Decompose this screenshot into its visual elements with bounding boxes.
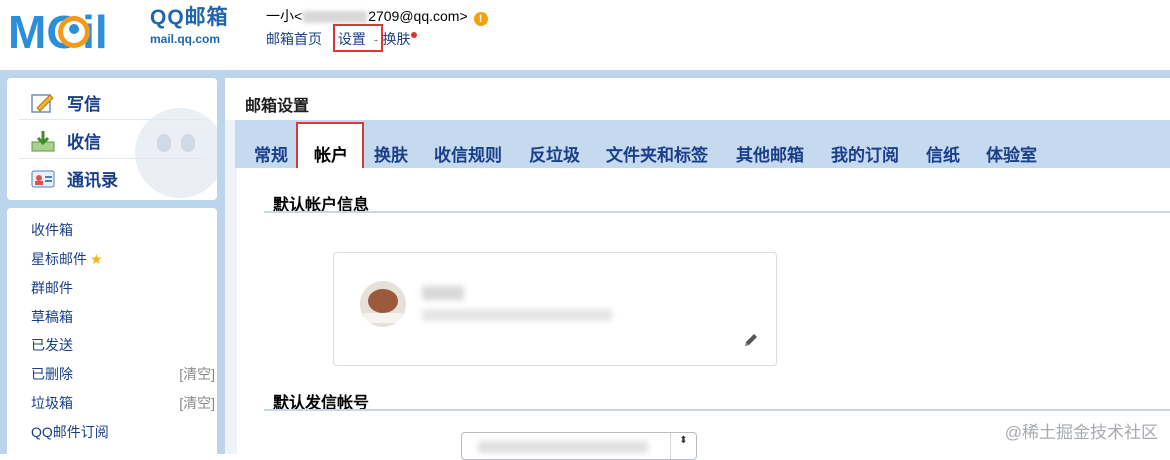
account-info: 一小< 2709@qq.com>! xyxy=(266,6,488,26)
folder-deleted[interactable]: 已删除 [清空] xyxy=(31,364,215,384)
tab-folders-labels[interactable]: 文件夹和标签 xyxy=(606,141,708,166)
folder-inbox[interactable]: 收件箱 xyxy=(31,220,215,240)
default-sender-select[interactable]: ⬍ xyxy=(461,432,697,460)
penguin-watermark-icon xyxy=(135,108,217,198)
tab-stationery[interactable]: 信纸 xyxy=(926,141,960,166)
account-card xyxy=(333,252,777,366)
account-tab-highlight-box xyxy=(296,122,364,170)
settings-title: 邮箱设置 xyxy=(245,98,310,115)
nav-skin[interactable]: 换肤 xyxy=(382,31,410,47)
folder-label: QQ邮件订阅 xyxy=(31,424,109,440)
compose-link[interactable]: 写信 xyxy=(31,90,101,115)
blurred-email xyxy=(422,309,612,321)
blurred-nickname xyxy=(422,286,464,300)
select-arrows-icon: ⬍ xyxy=(670,433,696,459)
nav-mail-home[interactable]: 邮箱首页 xyxy=(266,31,322,47)
folder-spam[interactable]: 垃圾箱 [清空] xyxy=(31,393,215,413)
settings-header xyxy=(225,78,1170,120)
watermark: @稀土掘金技术社区 xyxy=(1004,423,1158,442)
tab-my-subscriptions[interactable]: 我的订阅 xyxy=(831,141,899,166)
folder-label: 已发送 xyxy=(31,337,73,353)
section-divider xyxy=(264,409,1170,411)
folder-group-mail[interactable]: 群邮件 xyxy=(31,278,215,298)
clear-spam-button[interactable]: [清空] xyxy=(179,393,215,413)
account-name: 一小< xyxy=(266,8,303,24)
compose-icon xyxy=(31,92,55,114)
clear-deleted-button[interactable]: [清空] xyxy=(179,364,215,384)
folder-label: 垃圾箱 xyxy=(31,395,73,411)
logo-text-block: QQ邮箱 mail.qq.com xyxy=(150,6,229,47)
warning-icon[interactable]: ! xyxy=(473,12,488,26)
divider xyxy=(19,119,205,120)
notification-dot-icon xyxy=(411,32,418,38)
settings-highlight-box xyxy=(333,24,383,52)
folder-subscriptions[interactable]: QQ邮件订阅 xyxy=(31,422,215,442)
edit-pencil-icon[interactable] xyxy=(742,331,760,349)
avatar[interactable] xyxy=(360,281,406,327)
tab-lab[interactable]: 体验室 xyxy=(986,141,1037,166)
contacts-link[interactable]: 通讯录 xyxy=(31,166,118,191)
contacts-label: 通讯录 xyxy=(67,171,118,190)
folder-label: 已删除 xyxy=(31,366,73,382)
blurred-email-part xyxy=(303,11,368,24)
blurred-select-value xyxy=(478,441,648,453)
folder-drafts[interactable]: 草稿箱 xyxy=(31,307,215,327)
compose-label: 写信 xyxy=(67,95,101,114)
quick-actions-card: 写信 收信 通讯录 xyxy=(7,78,217,200)
logo-name: QQ邮箱 xyxy=(150,6,229,29)
folder-label: 群邮件 xyxy=(31,280,73,296)
inbox-label: 收信 xyxy=(67,133,101,152)
tab-other-mailboxes[interactable]: 其他邮箱 xyxy=(736,141,804,166)
folder-starred[interactable]: 星标邮件 ★ xyxy=(31,249,215,269)
folder-sent[interactable]: 已发送 xyxy=(31,335,215,355)
divider xyxy=(19,158,205,159)
tab-receive-rules[interactable]: 收信规则 xyxy=(434,141,502,166)
star-icon: ★ xyxy=(90,251,103,267)
tab-anti-spam[interactable]: 反垃圾 xyxy=(529,141,580,166)
inbox-link[interactable]: 收信 xyxy=(31,128,101,153)
folder-label: 草稿箱 xyxy=(31,309,73,325)
tab-general[interactable]: 常规 xyxy=(254,141,288,166)
logo-mark-text: MOil xyxy=(8,6,108,54)
folder-label: 收件箱 xyxy=(31,222,73,238)
tab-skin[interactable]: 换肤 xyxy=(374,141,408,166)
section-divider xyxy=(264,211,1170,213)
account-email-suffix: 2709@qq.com> xyxy=(368,8,468,24)
inbox-download-icon xyxy=(31,130,55,152)
logo-url: mail.qq.com xyxy=(150,32,221,46)
address-book-icon xyxy=(31,168,55,190)
folder-label: 星标邮件 xyxy=(31,251,87,267)
folder-list: 收件箱 星标邮件 ★ 群邮件 草稿箱 已发送 已删除 [清空] 垃圾箱 [清空] QQ… xyxy=(7,208,217,458)
